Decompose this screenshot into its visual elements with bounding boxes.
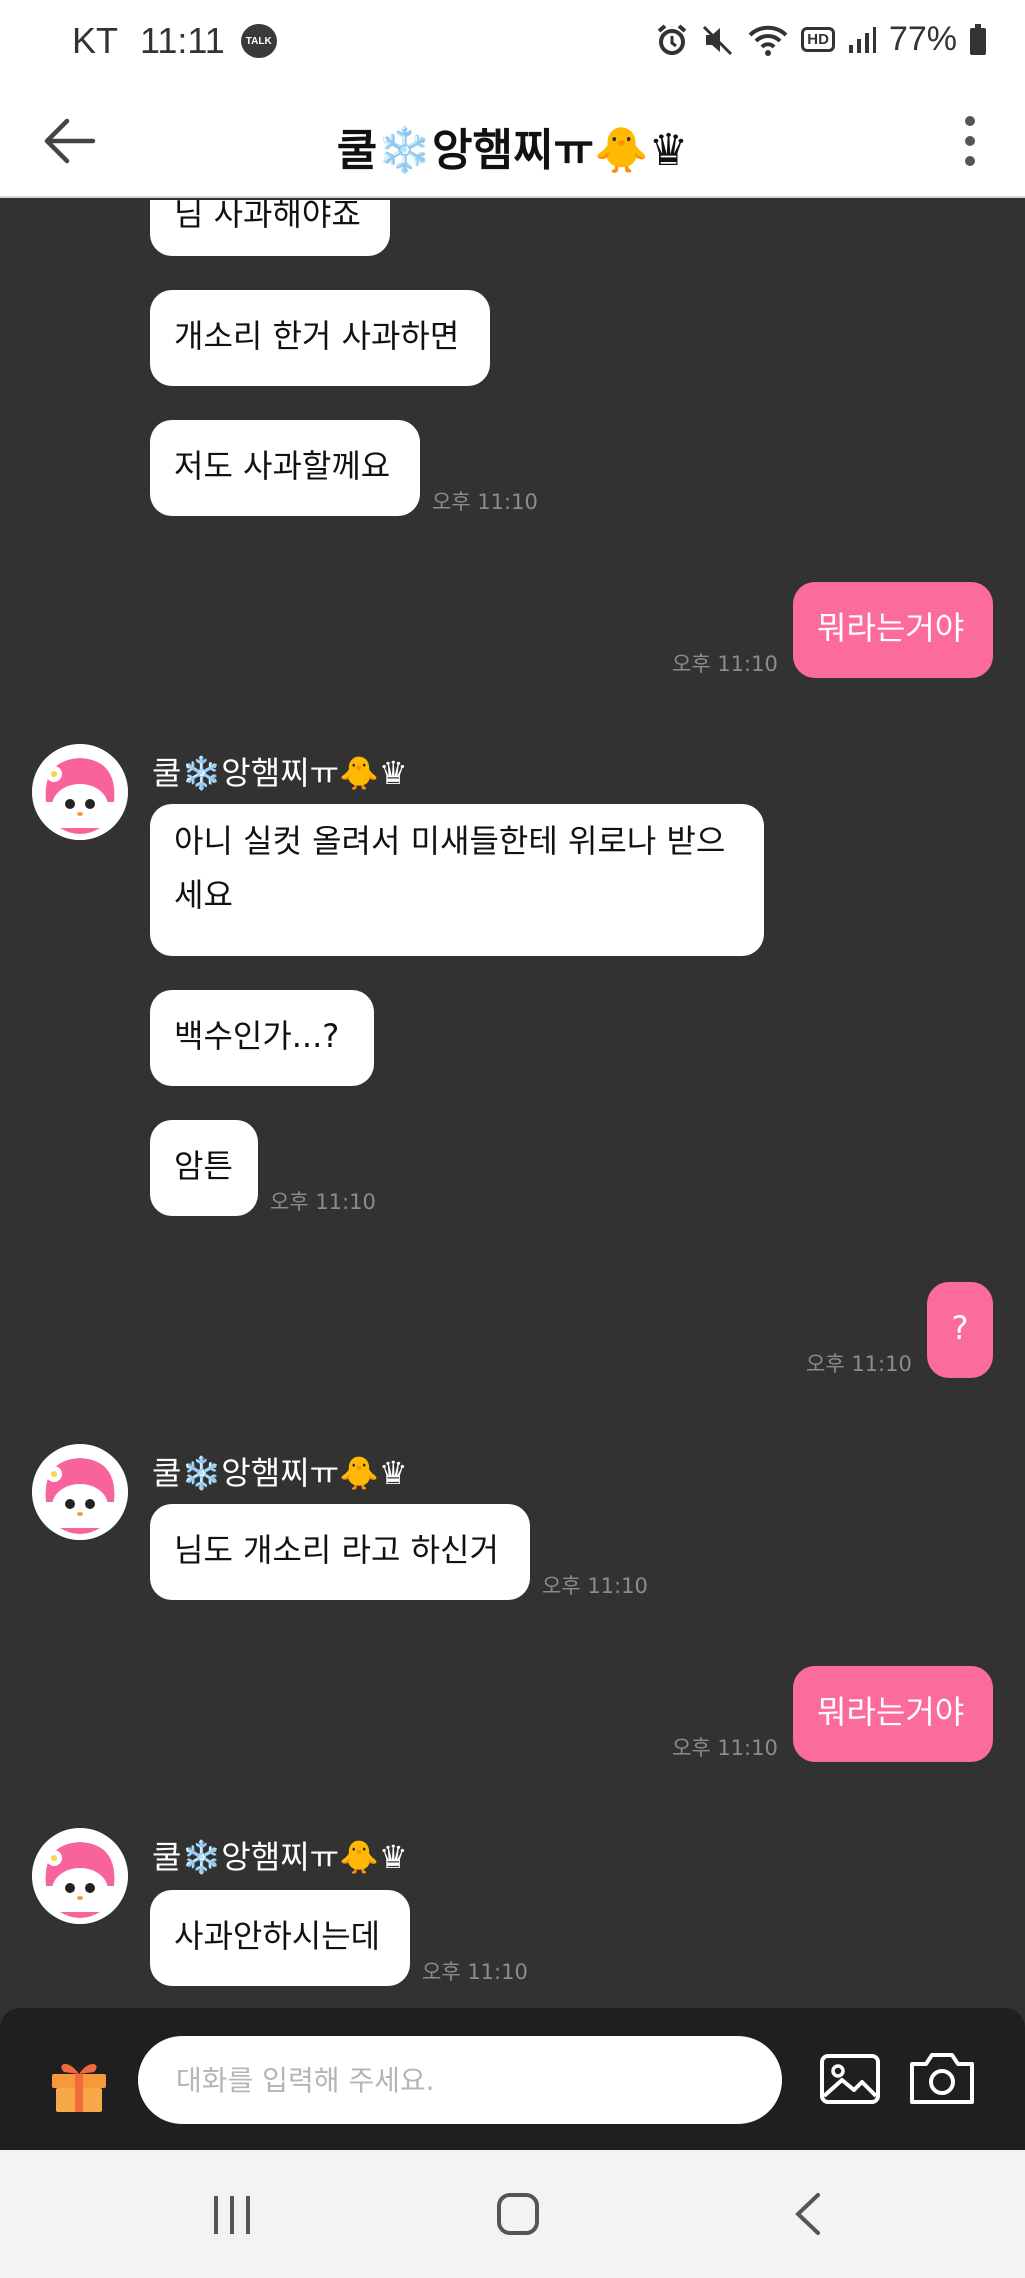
my-melody-avatar-icon	[32, 744, 128, 840]
camera-icon	[910, 2053, 974, 2104]
message-time: 오후 11:10	[672, 1736, 778, 1760]
kakaotalk-notification-icon: TALK	[240, 24, 277, 58]
my-melody-avatar-icon	[32, 1828, 128, 1924]
home-icon	[497, 2193, 539, 2235]
carrier-label: KT	[72, 20, 119, 61]
gift-icon	[52, 2063, 106, 2112]
message-time: 오후 11:10	[672, 652, 778, 676]
sender-name: 쿨❄️앙햄찌ㅠ🐥♛	[152, 1838, 408, 1876]
recent-apps-icon	[214, 2196, 250, 2234]
status-clock: 11:11	[140, 20, 225, 61]
message-time: 오후 11:10	[432, 490, 538, 514]
message-bubble-sent[interactable]: 뭐라는거야	[793, 1666, 993, 1762]
back-nav-button[interactable]	[768, 2178, 848, 2250]
more-dot	[965, 156, 975, 166]
chat-title: 쿨❄️앙햄찌ㅠ🐥♛	[336, 125, 689, 176]
home-button[interactable]	[478, 2178, 558, 2250]
battery-icon	[969, 23, 987, 56]
gift-button[interactable]	[46, 2050, 112, 2116]
image-icon	[820, 2054, 880, 2104]
message-bubble-received[interactable]: 백수인가...?	[150, 990, 374, 1086]
wifi-icon	[747, 23, 789, 57]
avatar[interactable]	[32, 1444, 128, 1540]
avatar[interactable]	[32, 1828, 128, 1924]
message-bubble-sent[interactable]: 뭐라는거야	[793, 582, 993, 678]
sender-name: 쿨❄️앙햄찌ㅠ🐥♛	[152, 1454, 408, 1492]
status-right: HD 77%	[655, 20, 987, 59]
message-input-bar	[0, 2008, 1025, 2150]
chat-header: 쿨❄️앙햄찌ㅠ🐥♛	[0, 84, 1025, 198]
message-bubble-sent[interactable]: ?	[927, 1282, 993, 1378]
message-bubble-received[interactable]: 암튼	[150, 1120, 258, 1216]
hd-voice-badge: HD	[801, 27, 835, 52]
system-navigation-bar	[0, 2150, 1025, 2278]
message-bubble-received[interactable]: 개소리 한거 사과하면	[150, 290, 490, 386]
more-dot	[965, 136, 975, 146]
battery-percent: 77%	[888, 20, 957, 58]
message-bubble-received[interactable]: 저도 사과할께요	[150, 420, 420, 516]
back-chevron-icon	[795, 2193, 820, 2235]
avatar[interactable]	[32, 744, 128, 840]
message-bubble-received[interactable]: 사과안하시는데	[150, 1890, 410, 1986]
sender-name: 쿨❄️앙햄찌ㅠ🐥♛	[152, 754, 408, 792]
status-bar: KT 11:11 TALK HD 77%	[0, 0, 1025, 84]
mute-icon	[701, 23, 735, 57]
message-time: 오후 11:10	[422, 1960, 528, 1984]
my-melody-avatar-icon	[32, 1444, 128, 1540]
recent-apps-button[interactable]	[192, 2178, 272, 2250]
message-time: 오후 11:10	[270, 1190, 376, 1214]
chat-messages[interactable]: 님 사과해야죠 개소리 한거 사과하면 저도 사과할께요 오후 11:10 뭐라…	[0, 200, 1025, 2008]
status-left: KT 11:11 TALK	[72, 20, 277, 62]
message-bubble-received[interactable]: 님 사과해야죠	[150, 200, 390, 256]
message-bubble-received[interactable]: 아니 실컷 올려서 미새들한테 위로나 받으세요	[150, 804, 764, 956]
photo-gallery-button[interactable]	[816, 2046, 882, 2112]
alarm-icon	[655, 23, 689, 57]
message-input[interactable]	[138, 2036, 782, 2124]
more-options-button[interactable]	[943, 104, 997, 178]
more-vertical-icon	[965, 116, 975, 126]
signal-icon	[847, 25, 877, 55]
camera-button[interactable]	[906, 2044, 978, 2112]
message-time: 오후 11:10	[542, 1574, 648, 1598]
message-time: 오후 11:10	[806, 1352, 912, 1376]
message-bubble-received[interactable]: 님도 개소리 라고 하신거	[150, 1504, 530, 1600]
